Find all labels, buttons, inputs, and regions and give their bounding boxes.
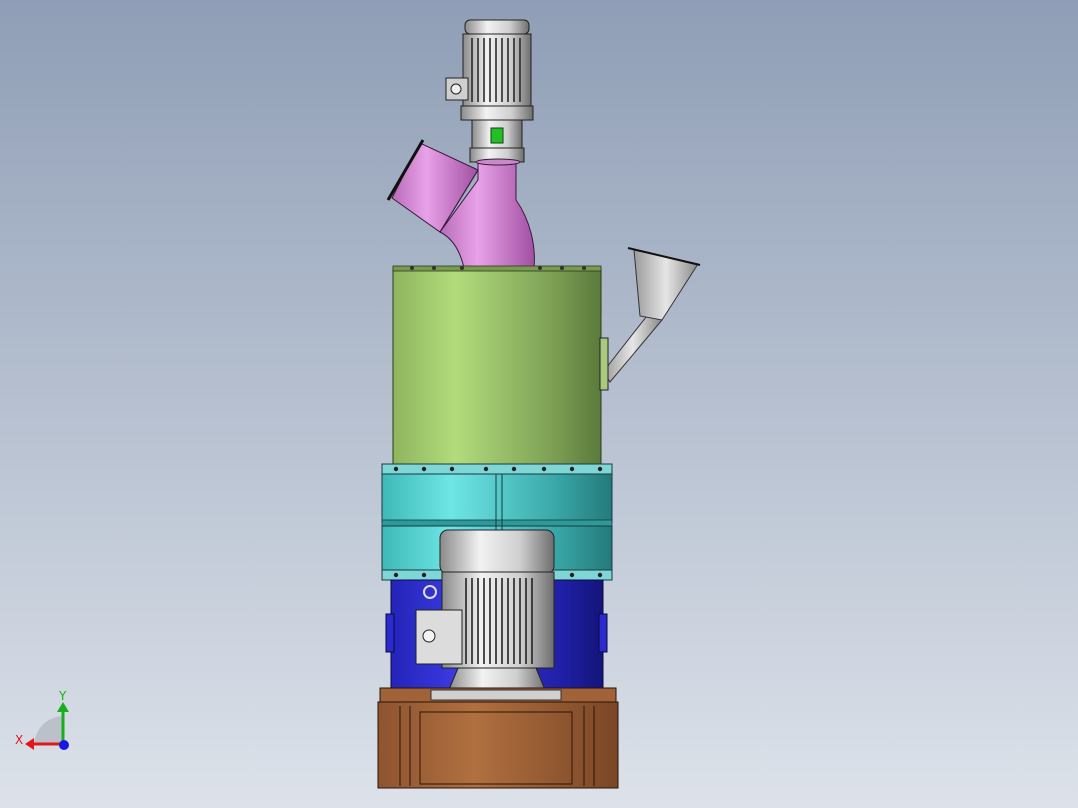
z-axis-dot [59,740,69,750]
gearbox-base[interactable] [377,687,619,789]
classifier-cylinder[interactable] [392,265,602,467]
cad-viewport[interactable]: Y X [0,0,1078,808]
triad-y-label: Y [58,689,67,703]
triad-x-label: X [15,733,23,747]
